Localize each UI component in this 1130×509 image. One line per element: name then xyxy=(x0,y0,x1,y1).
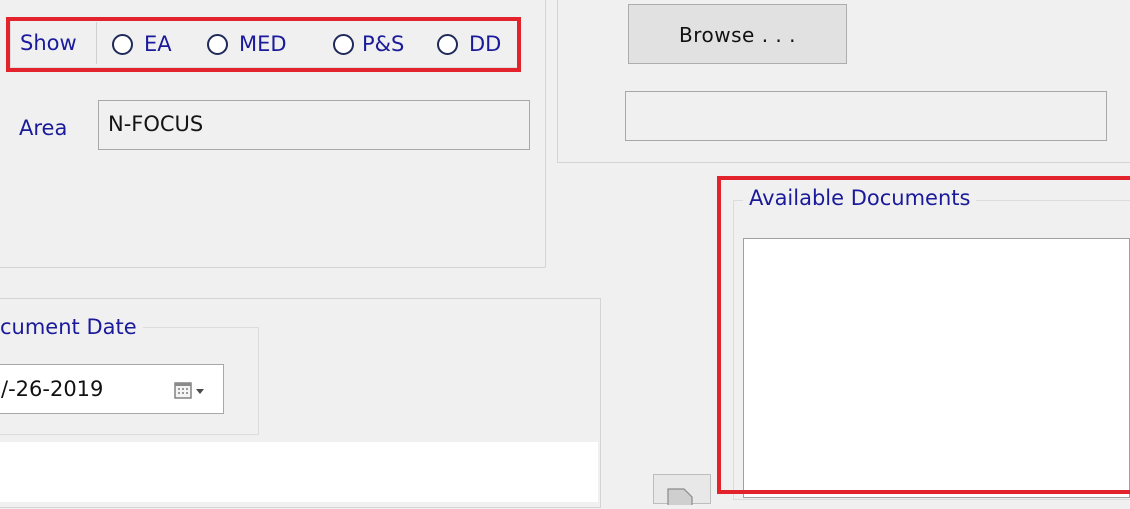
browse-button[interactable]: Browse . . . xyxy=(628,4,847,64)
area-field[interactable]: N-FOCUS xyxy=(98,100,530,150)
document-icon-button[interactable] xyxy=(653,474,711,505)
show-separator xyxy=(96,22,97,64)
radio-med-label[interactable]: MED xyxy=(239,32,287,56)
radio-ps[interactable] xyxy=(333,34,354,55)
area-label: Area xyxy=(19,116,68,140)
radio-ps-label[interactable]: P&S xyxy=(362,32,404,56)
radio-dd-label[interactable]: DD xyxy=(469,32,501,56)
document-preview-area xyxy=(0,442,598,502)
show-label: Show xyxy=(20,31,77,55)
radio-med[interactable] xyxy=(207,34,228,55)
available-documents-list[interactable] xyxy=(743,238,1130,498)
radio-dd[interactable] xyxy=(437,34,458,55)
document-date-legend: cument Date xyxy=(0,315,143,339)
radio-ea[interactable] xyxy=(112,34,133,55)
available-documents-legend: Available Documents xyxy=(743,186,977,210)
file-path-field[interactable] xyxy=(625,91,1107,141)
radio-ea-label[interactable]: EA xyxy=(144,32,172,56)
calendar-dropdown-icon[interactable] xyxy=(174,381,208,405)
